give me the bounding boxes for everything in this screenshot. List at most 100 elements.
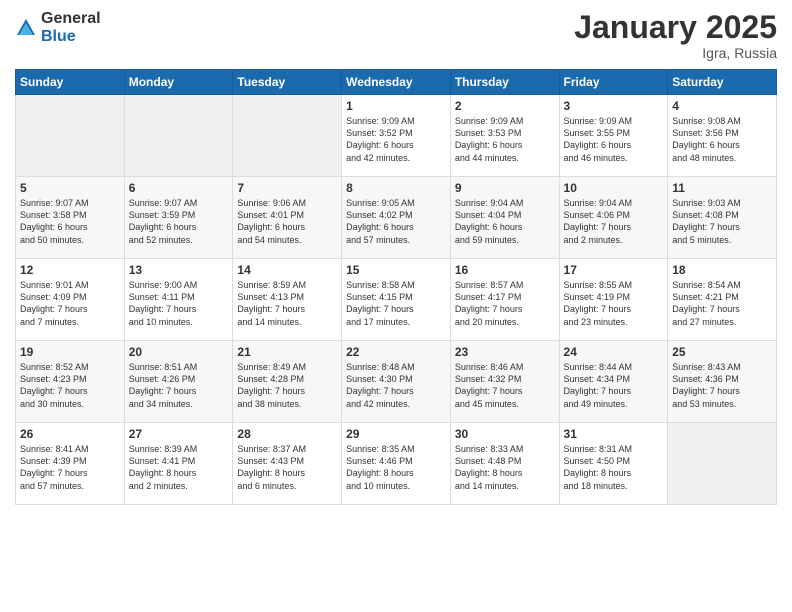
title-block: January 2025 Igra, Russia [574,10,777,61]
day-info: Sunrise: 8:57 AM Sunset: 4:17 PM Dayligh… [455,279,555,328]
calendar-week-row: 5Sunrise: 9:07 AM Sunset: 3:58 PM Daylig… [16,177,777,259]
day-number: 8 [346,181,446,195]
day-number: 31 [564,427,664,441]
calendar-day-cell: 3Sunrise: 9:09 AM Sunset: 3:55 PM Daylig… [559,95,668,177]
day-info: Sunrise: 8:55 AM Sunset: 4:19 PM Dayligh… [564,279,664,328]
day-info: Sunrise: 9:08 AM Sunset: 3:56 PM Dayligh… [672,115,772,164]
calendar-week-row: 1Sunrise: 9:09 AM Sunset: 3:52 PM Daylig… [16,95,777,177]
day-number: 21 [237,345,337,359]
calendar-day-cell: 7 Sunrise: 9:06 AM Sunset: 4:01 PM Daylig… [233,177,342,259]
calendar-day-cell: 20 Sunrise: 8:51 AM Sunset: 4:26 PM Dayli… [124,341,233,423]
logo-blue: Blue [41,28,101,46]
day-info: Sunrise: 9:01 AM Sunset: 4:09 PM Dayligh… [20,279,120,328]
calendar-day-cell: 8 Sunrise: 9:05 AM Sunset: 4:02 PM Daylig… [342,177,451,259]
day-number: 23 [455,345,555,359]
calendar-day-cell: 11 Sunrise: 9:03 AM Sunset: 4:08 PM Dayli… [668,177,777,259]
day-info: Sunrise: 8:41 AM Sunset: 4:39 PM Dayligh… [20,443,120,492]
calendar-day-cell: 2 Sunrise: 9:09 AM Sunset: 3:53 PM Daylig… [450,95,559,177]
day-info: Sunrise: 8:51 AM Sunset: 4:26 PM Dayligh… [129,361,229,410]
calendar-day-cell: 27Sunrise: 8:39 AM Sunset: 4:41 PM Dayli… [124,423,233,505]
day-number: 29 [346,427,446,441]
logo-icon [15,17,37,39]
location: Igra, Russia [574,45,777,61]
calendar-day-cell: 24Sunrise: 8:44 AM Sunset: 4:34 PM Dayli… [559,341,668,423]
calendar-day-cell: 5Sunrise: 9:07 AM Sunset: 3:58 PM Daylig… [16,177,125,259]
month-title: January 2025 [574,10,777,45]
day-header: Wednesday [342,70,451,95]
day-info: Sunrise: 8:31 AM Sunset: 4:50 PM Dayligh… [564,443,664,492]
day-number: 25 [672,345,772,359]
calendar-day-cell: 13 Sunrise: 9:00 AM Sunset: 4:11 PM Dayli… [124,259,233,341]
day-number: 11 [672,181,772,195]
calendar-day-cell [124,95,233,177]
day-header: Saturday [668,70,777,95]
day-info: Sunrise: 8:58 AM Sunset: 4:15 PM Dayligh… [346,279,446,328]
day-number: 5 [20,181,120,195]
day-info: Sunrise: 8:54 AM Sunset: 4:21 PM Dayligh… [672,279,772,328]
calendar-day-cell: 12Sunrise: 9:01 AM Sunset: 4:09 PM Dayli… [16,259,125,341]
calendar-week-row: 12Sunrise: 9:01 AM Sunset: 4:09 PM Dayli… [16,259,777,341]
calendar-day-cell: 30 Sunrise: 8:33 AM Sunset: 4:48 PM Dayli… [450,423,559,505]
day-number: 16 [455,263,555,277]
day-info: Sunrise: 9:03 AM Sunset: 4:08 PM Dayligh… [672,197,772,246]
day-number: 17 [564,263,664,277]
calendar-day-cell: 9Sunrise: 9:04 AM Sunset: 4:04 PM Daylig… [450,177,559,259]
calendar: SundayMondayTuesdayWednesdayThursdayFrid… [15,69,777,505]
day-number: 13 [129,263,229,277]
day-number: 10 [564,181,664,195]
day-number: 24 [564,345,664,359]
calendar-day-cell: 15 Sunrise: 8:58 AM Sunset: 4:15 PM Dayli… [342,259,451,341]
day-number: 20 [129,345,229,359]
calendar-day-cell: 6 Sunrise: 9:07 AM Sunset: 3:59 PM Daylig… [124,177,233,259]
day-header: Monday [124,70,233,95]
day-info: Sunrise: 9:09 AM Sunset: 3:55 PM Dayligh… [564,115,664,164]
calendar-day-cell: 1Sunrise: 9:09 AM Sunset: 3:52 PM Daylig… [342,95,451,177]
calendar-week-row: 19 Sunrise: 8:52 AM Sunset: 4:23 PM Dayli… [16,341,777,423]
calendar-day-cell: 19 Sunrise: 8:52 AM Sunset: 4:23 PM Dayli… [16,341,125,423]
day-info: Sunrise: 8:35 AM Sunset: 4:46 PM Dayligh… [346,443,446,492]
header: General Blue January 2025 Igra, Russia [15,10,777,61]
day-info: Sunrise: 9:00 AM Sunset: 4:11 PM Dayligh… [129,279,229,328]
day-info: Sunrise: 9:05 AM Sunset: 4:02 PM Dayligh… [346,197,446,246]
day-header: Thursday [450,70,559,95]
calendar-day-cell: 29 Sunrise: 8:35 AM Sunset: 4:46 PM Dayli… [342,423,451,505]
day-number: 1 [346,99,446,113]
day-number: 2 [455,99,555,113]
calendar-day-cell: 4Sunrise: 9:08 AM Sunset: 3:56 PM Daylig… [668,95,777,177]
day-number: 15 [346,263,446,277]
calendar-day-cell: 25 Sunrise: 8:43 AM Sunset: 4:36 PM Dayli… [668,341,777,423]
calendar-day-cell [233,95,342,177]
day-number: 19 [20,345,120,359]
calendar-day-cell: 16 Sunrise: 8:57 AM Sunset: 4:17 PM Dayli… [450,259,559,341]
page: General Blue January 2025 Igra, Russia S… [0,0,792,612]
calendar-header-row: SundayMondayTuesdayWednesdayThursdayFrid… [16,70,777,95]
day-info: Sunrise: 8:46 AM Sunset: 4:32 PM Dayligh… [455,361,555,410]
calendar-day-cell: 26Sunrise: 8:41 AM Sunset: 4:39 PM Dayli… [16,423,125,505]
day-info: Sunrise: 8:59 AM Sunset: 4:13 PM Dayligh… [237,279,337,328]
day-info: Sunrise: 8:33 AM Sunset: 4:48 PM Dayligh… [455,443,555,492]
day-info: Sunrise: 9:06 AM Sunset: 4:01 PM Dayligh… [237,197,337,246]
day-info: Sunrise: 9:07 AM Sunset: 3:59 PM Dayligh… [129,197,229,246]
day-info: Sunrise: 9:09 AM Sunset: 3:53 PM Dayligh… [455,115,555,164]
calendar-day-cell: 18 Sunrise: 8:54 AM Sunset: 4:21 PM Dayli… [668,259,777,341]
day-number: 28 [237,427,337,441]
day-info: Sunrise: 9:04 AM Sunset: 4:04 PM Dayligh… [455,197,555,246]
day-number: 30 [455,427,555,441]
day-number: 14 [237,263,337,277]
calendar-day-cell [668,423,777,505]
day-info: Sunrise: 8:49 AM Sunset: 4:28 PM Dayligh… [237,361,337,410]
calendar-day-cell [16,95,125,177]
day-number: 7 [237,181,337,195]
calendar-day-cell: 28 Sunrise: 8:37 AM Sunset: 4:43 PM Dayli… [233,423,342,505]
logo: General Blue [15,10,101,45]
day-number: 22 [346,345,446,359]
day-number: 18 [672,263,772,277]
day-info: Sunrise: 8:37 AM Sunset: 4:43 PM Dayligh… [237,443,337,492]
day-info: Sunrise: 8:52 AM Sunset: 4:23 PM Dayligh… [20,361,120,410]
day-info: Sunrise: 8:43 AM Sunset: 4:36 PM Dayligh… [672,361,772,410]
day-info: Sunrise: 8:48 AM Sunset: 4:30 PM Dayligh… [346,361,446,410]
day-header: Sunday [16,70,125,95]
calendar-week-row: 26Sunrise: 8:41 AM Sunset: 4:39 PM Dayli… [16,423,777,505]
day-number: 6 [129,181,229,195]
day-info: Sunrise: 8:39 AM Sunset: 4:41 PM Dayligh… [129,443,229,492]
